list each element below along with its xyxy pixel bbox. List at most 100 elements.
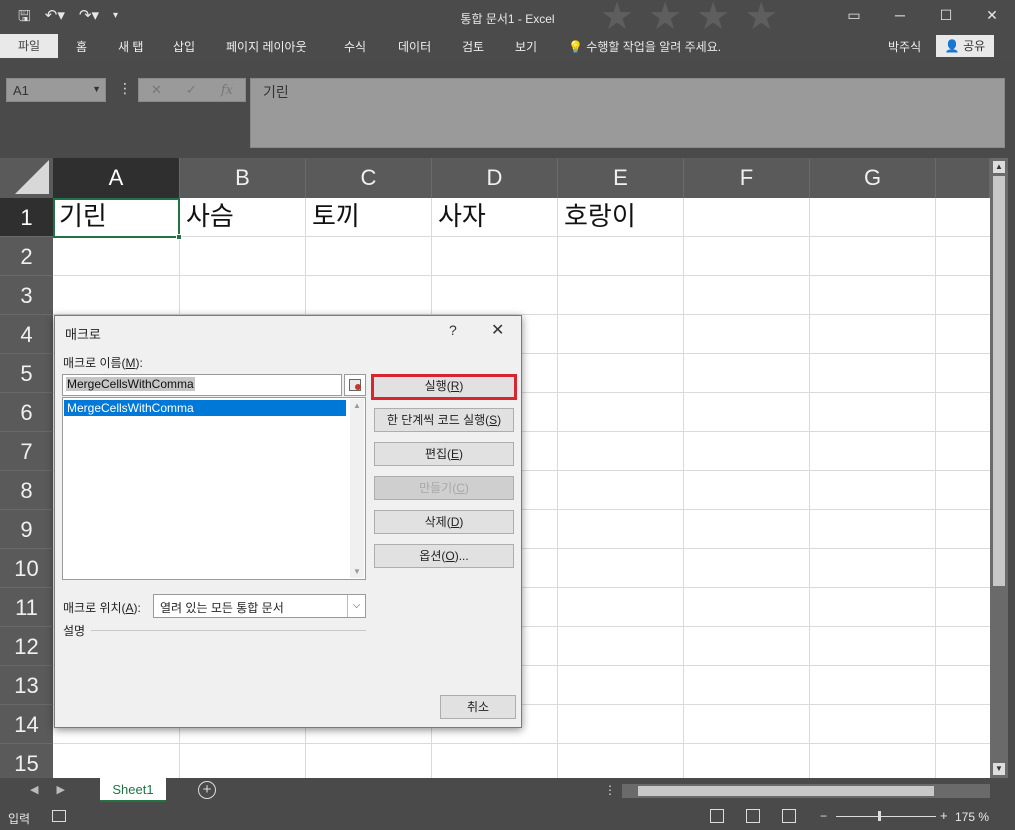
formula-input[interactable]: 기린 (250, 78, 1005, 148)
minimize-icon[interactable]: ─ (877, 0, 923, 30)
button-text: ) (459, 447, 464, 461)
close-icon[interactable]: ✕ (491, 320, 504, 340)
edit-button[interactable]: 편집(E) (374, 442, 514, 466)
access-key: E (451, 447, 460, 461)
zoom-in-icon[interactable]: + (940, 808, 948, 823)
row-header-3[interactable]: 3 (0, 276, 53, 315)
share-button[interactable]: 👤 공유 (936, 35, 994, 57)
row-header-12[interactable]: 12 (0, 627, 53, 666)
column-header-b[interactable]: B (180, 158, 306, 198)
horizontal-scrollbar[interactable] (622, 784, 990, 798)
tab-page-layout[interactable]: 페이지 레이아웃 (226, 38, 307, 55)
range-marker-icon (355, 384, 361, 390)
normal-view-icon[interactable] (710, 809, 724, 823)
macro-list[interactable]: MergeCellsWithComma ▲ ▼ (62, 397, 366, 580)
row-header-8[interactable]: 8 (0, 471, 53, 510)
zoom-out-icon[interactable]: − (820, 809, 827, 823)
column-header-d[interactable]: D (432, 158, 558, 198)
scroll-up-icon[interactable]: ▲ (353, 401, 361, 410)
tab-view[interactable]: 보기 (515, 38, 537, 55)
delete-button[interactable]: 삭제(D) (374, 510, 514, 534)
insert-function-icon[interactable]: fx (221, 83, 233, 98)
more-icon[interactable]: ⋮ (604, 783, 616, 797)
row-header-13[interactable]: 13 (0, 666, 53, 705)
zoom-slider-knob[interactable] (878, 811, 881, 821)
scroll-down-icon[interactable]: ▼ (353, 567, 361, 576)
cell-b1[interactable]: 사슴 (180, 198, 234, 237)
column-header-g[interactable]: G (810, 158, 936, 198)
tab-data[interactable]: 데이터 (398, 38, 431, 55)
column-header-c[interactable]: C (306, 158, 432, 198)
sheet-nav-arrows[interactable]: ◀▶ (30, 783, 83, 796)
column-header-e[interactable]: E (558, 158, 684, 198)
column-header-f[interactable]: F (684, 158, 810, 198)
row-header-4[interactable]: 4 (0, 315, 53, 354)
check-icon[interactable]: ✓ (186, 82, 197, 98)
button-text: )... (454, 549, 469, 563)
row-header-7[interactable]: 7 (0, 432, 53, 471)
scroll-thumb[interactable] (993, 176, 1005, 586)
cell-e1[interactable]: 호랑이 (558, 198, 636, 237)
list-item[interactable]: MergeCellsWithComma (64, 400, 346, 416)
column-header-a[interactable]: A (53, 158, 180, 198)
macro-name-input[interactable]: MergeCellsWithComma (62, 374, 342, 396)
tell-me-label: 수행할 작업을 알려 주세요. (586, 40, 722, 54)
cell-c1[interactable]: 토끼 (306, 198, 360, 237)
fill-handle[interactable] (176, 234, 182, 240)
row-header-14[interactable]: 14 (0, 705, 53, 744)
run-button[interactable]: 실행(R) (371, 374, 517, 400)
tab-home[interactable]: 홈 (76, 38, 87, 55)
column-header-h[interactable] (936, 158, 990, 198)
macro-dialog: 매크로 ? ✕ 매크로 이름(M): MergeCellsWithComma M… (54, 315, 522, 728)
page-layout-view-icon[interactable] (746, 809, 760, 823)
options-button[interactable]: 옵션(O)... (374, 544, 514, 568)
scroll-up-icon[interactable]: ▲ (993, 161, 1005, 173)
formula-buttons: ✕ ✓ fx (138, 78, 246, 102)
scroll-down-icon[interactable]: ▼ (993, 763, 1005, 775)
row-header-1[interactable]: 1 (0, 198, 53, 237)
collapse-dialog-icon[interactable] (344, 374, 366, 396)
macro-location-select[interactable]: 열려 있는 모든 통합 문서 ⌵ (153, 594, 366, 618)
help-icon[interactable]: ? (449, 322, 457, 338)
close-icon[interactable]: ✕ (969, 0, 1015, 30)
more-icon[interactable]: ⋮ (118, 80, 132, 97)
gridline (557, 198, 558, 778)
tab-formulas[interactable]: 수식 (344, 38, 366, 55)
cancel-button[interactable]: 취소 (440, 695, 516, 719)
description-divider (91, 630, 366, 631)
row-header-6[interactable]: 6 (0, 393, 53, 432)
page-break-view-icon[interactable] (782, 809, 796, 823)
zoom-level[interactable]: 175 % (955, 810, 989, 824)
scroll-thumb[interactable] (638, 786, 934, 796)
sheet-tab-sheet1[interactable]: Sheet1 (100, 778, 166, 802)
row-header-15[interactable]: 15 (0, 744, 53, 778)
row-header-10[interactable]: 10 (0, 549, 53, 588)
cancel-icon[interactable]: ✕ (151, 82, 162, 98)
chevron-down-icon[interactable]: ⌵ (347, 595, 365, 617)
row-header-11[interactable]: 11 (0, 588, 53, 627)
step-into-button[interactable]: 한 단계씩 코드 실행(S) (374, 408, 514, 432)
row-header-9[interactable]: 9 (0, 510, 53, 549)
tell-me-search[interactable]: 💡 수행할 작업을 알려 주세요. (568, 38, 721, 55)
chevron-down-icon[interactable]: ▼ (92, 84, 101, 94)
row-header-2[interactable]: 2 (0, 237, 53, 276)
tab-insert[interactable]: 삽입 (173, 38, 195, 55)
tab-new[interactable]: 새 탭 (118, 38, 143, 55)
button-text: ) (497, 413, 502, 427)
tab-review[interactable]: 검토 (462, 38, 484, 55)
macro-record-icon[interactable] (52, 810, 66, 822)
user-name[interactable]: 박주식 (888, 38, 921, 55)
maximize-icon[interactable]: ☐ (923, 0, 969, 30)
status-bar: 입력 − + 175 % (0, 804, 1015, 830)
name-box[interactable]: A1 ▼ (6, 78, 106, 102)
button-text: 만들기( (419, 481, 457, 495)
select-all-button[interactable] (0, 158, 53, 198)
tab-file[interactable]: 파일 (0, 34, 58, 58)
list-scrollbar[interactable]: ▲ ▼ (350, 399, 364, 578)
zoom-slider[interactable] (836, 816, 936, 817)
ribbon-display-icon[interactable]: ▭ (831, 0, 877, 30)
add-sheet-button[interactable]: + (198, 781, 216, 799)
cell-d1[interactable]: 사자 (432, 198, 486, 237)
vertical-scrollbar[interactable]: ▲ ▼ (990, 158, 1008, 778)
row-header-5[interactable]: 5 (0, 354, 53, 393)
